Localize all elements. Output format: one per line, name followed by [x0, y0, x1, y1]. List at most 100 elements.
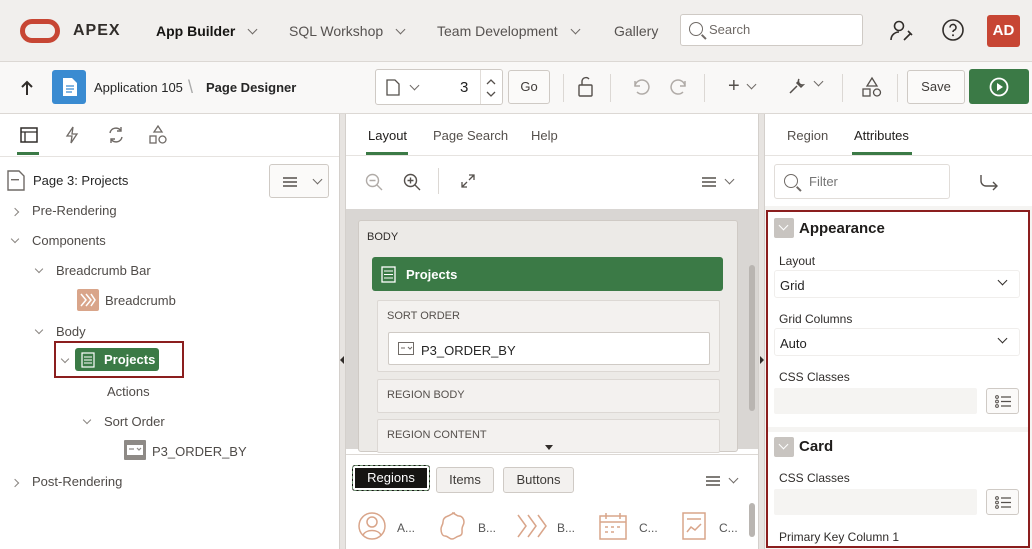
chevron-down-icon [778, 220, 789, 231]
layout-panel: Layout Page Search Help BODY Projects SO… [346, 114, 758, 549]
shared-components-tab-icon[interactable] [149, 125, 167, 145]
filter-box[interactable] [774, 164, 950, 199]
tree-projects-selected[interactable]: Projects [75, 348, 159, 371]
css-classes-input[interactable] [774, 388, 977, 414]
grid-columns-select[interactable]: Auto [774, 328, 1020, 356]
utilities-menu-button[interactable] [787, 76, 824, 96]
region-content-position[interactable]: REGION CONTENT [377, 419, 720, 453]
body-container[interactable]: BODY Projects SORT ORDER P3_ORDER_BY REG… [358, 220, 738, 453]
gallery-tab-regions[interactable]: Regions [352, 465, 430, 491]
p3-order-by-item[interactable]: P3_ORDER_BY [388, 332, 710, 365]
gallery-item-label: B... [478, 521, 497, 535]
collapse-appearance-button[interactable] [774, 218, 794, 238]
nav-sql-workshop[interactable]: SQL Workshop [289, 23, 406, 39]
collapse-card-button[interactable] [774, 437, 794, 457]
chevron-down-icon [997, 333, 1008, 344]
arrow-up-icon[interactable] [20, 80, 34, 96]
tree-breadcrumb[interactable]: Breadcrumb [105, 293, 176, 308]
redo-icon[interactable] [669, 78, 689, 96]
unlock-icon[interactable] [576, 76, 596, 98]
menu-icon [283, 177, 297, 187]
card-css-classes-label: CSS Classes [779, 471, 850, 485]
user-avatar[interactable]: AD [987, 15, 1020, 47]
card-css-classes-list-button[interactable] [986, 489, 1019, 515]
page-stepper-icon[interactable] [485, 76, 497, 100]
badge-region-icon[interactable] [436, 511, 468, 541]
brand-name: APEX [73, 22, 121, 39]
avatar-region-icon[interactable] [357, 511, 387, 541]
scroll-down-icon[interactable] [545, 445, 553, 450]
component-gallery: Regions Items Buttons A... B... B... C..… [346, 454, 758, 549]
tree-post-rendering[interactable]: Post-Rendering [10, 474, 122, 489]
tree-menu-button[interactable] [269, 164, 329, 198]
rendering-tab-icon[interactable] [20, 127, 38, 143]
page-selector[interactable]: 3 [375, 69, 503, 105]
global-search[interactable] [680, 14, 863, 46]
gallery-menu-button[interactable] [706, 473, 739, 489]
gallery-scrollbar[interactable] [749, 503, 755, 537]
region-body-position[interactable]: REGION BODY [377, 379, 720, 413]
tree-p3-order-by[interactable]: P3_ORDER_BY [152, 444, 247, 459]
select-list-item-icon [124, 440, 146, 460]
calendar-region-icon[interactable] [598, 511, 628, 541]
search-input[interactable] [709, 22, 849, 37]
layout-menu-button[interactable] [702, 174, 735, 190]
tree-pre-rendering[interactable]: Pre-Rendering [10, 203, 117, 218]
breadcrumb-application[interactable]: Application 105 [94, 80, 183, 95]
dynamic-actions-tab-icon[interactable] [65, 126, 79, 144]
top-navigation-bar: APEX App Builder SQL Workshop Team Devel… [0, 0, 1032, 62]
tab-layout[interactable]: Layout [368, 128, 407, 143]
shared-components-icon[interactable] [861, 76, 883, 98]
oracle-logo-icon[interactable] [20, 19, 60, 43]
user-settings-icon[interactable] [889, 18, 915, 44]
card-css-classes-input[interactable] [774, 489, 977, 515]
add-component-button[interactable]: + [728, 75, 757, 98]
gallery-tab-items[interactable]: Items [436, 467, 494, 493]
canvas-scrollbar[interactable] [749, 265, 755, 411]
save-button[interactable]: Save [907, 70, 965, 104]
chevron-down-icon [312, 174, 323, 185]
tree-components[interactable]: Components [10, 233, 106, 248]
page-number-input[interactable]: 3 [460, 79, 468, 96]
nav-team-development[interactable]: Team Development [437, 23, 581, 39]
page-icon [7, 170, 25, 191]
projects-region[interactable]: Projects [372, 257, 723, 291]
tab-attributes[interactable]: Attributes [854, 128, 909, 143]
tree-sort-order[interactable]: Sort Order [82, 414, 165, 429]
chevron-down-icon [724, 174, 735, 185]
tree-body[interactable]: Body [34, 324, 86, 339]
page-tree-root[interactable]: Page 3: Projects [33, 173, 128, 188]
sort-order-position[interactable]: SORT ORDER P3_ORDER_BY [377, 300, 720, 372]
undo-icon[interactable] [631, 78, 651, 96]
card-group: Card CSS Classes Primary Key Column 1 [768, 432, 1028, 546]
breadcrumb-gallery-icon[interactable] [516, 513, 550, 539]
processing-tab-icon[interactable] [107, 126, 125, 144]
expand-icon[interactable] [460, 173, 476, 189]
zoom-in-icon[interactable] [403, 173, 421, 191]
go-to-group-icon[interactable] [979, 173, 1005, 191]
tab-page-search[interactable]: Page Search [433, 128, 508, 143]
tree-breadcrumb-bar[interactable]: Breadcrumb Bar [34, 263, 151, 278]
nav-gallery[interactable]: Gallery [614, 23, 658, 39]
gallery-tab-buttons[interactable]: Buttons [503, 467, 574, 493]
zoom-out-icon[interactable] [365, 173, 383, 191]
wrench-icon [789, 78, 806, 94]
tab-help[interactable]: Help [531, 128, 558, 143]
run-page-button[interactable] [969, 69, 1029, 104]
gallery-item-label: C... [719, 521, 738, 535]
help-icon[interactable] [941, 18, 965, 42]
tab-region[interactable]: Region [787, 128, 828, 143]
go-button[interactable]: Go [508, 70, 550, 104]
tree-projects-label: Projects [104, 352, 156, 367]
right-splitter[interactable] [758, 114, 765, 549]
sort-order-label: SORT ORDER [387, 310, 460, 322]
tree-actions[interactable]: Actions [107, 384, 150, 399]
breadcrumb-page-designer: Page Designer [206, 80, 297, 95]
css-classes-list-button[interactable] [986, 388, 1019, 414]
left-splitter[interactable] [339, 114, 346, 549]
nav-app-builder[interactable]: App Builder [156, 23, 258, 39]
projects-region-title: Projects [406, 267, 458, 282]
chart-region-icon[interactable] [681, 511, 707, 541]
layout-select[interactable]: Grid [774, 270, 1020, 298]
filter-input[interactable] [809, 174, 939, 189]
